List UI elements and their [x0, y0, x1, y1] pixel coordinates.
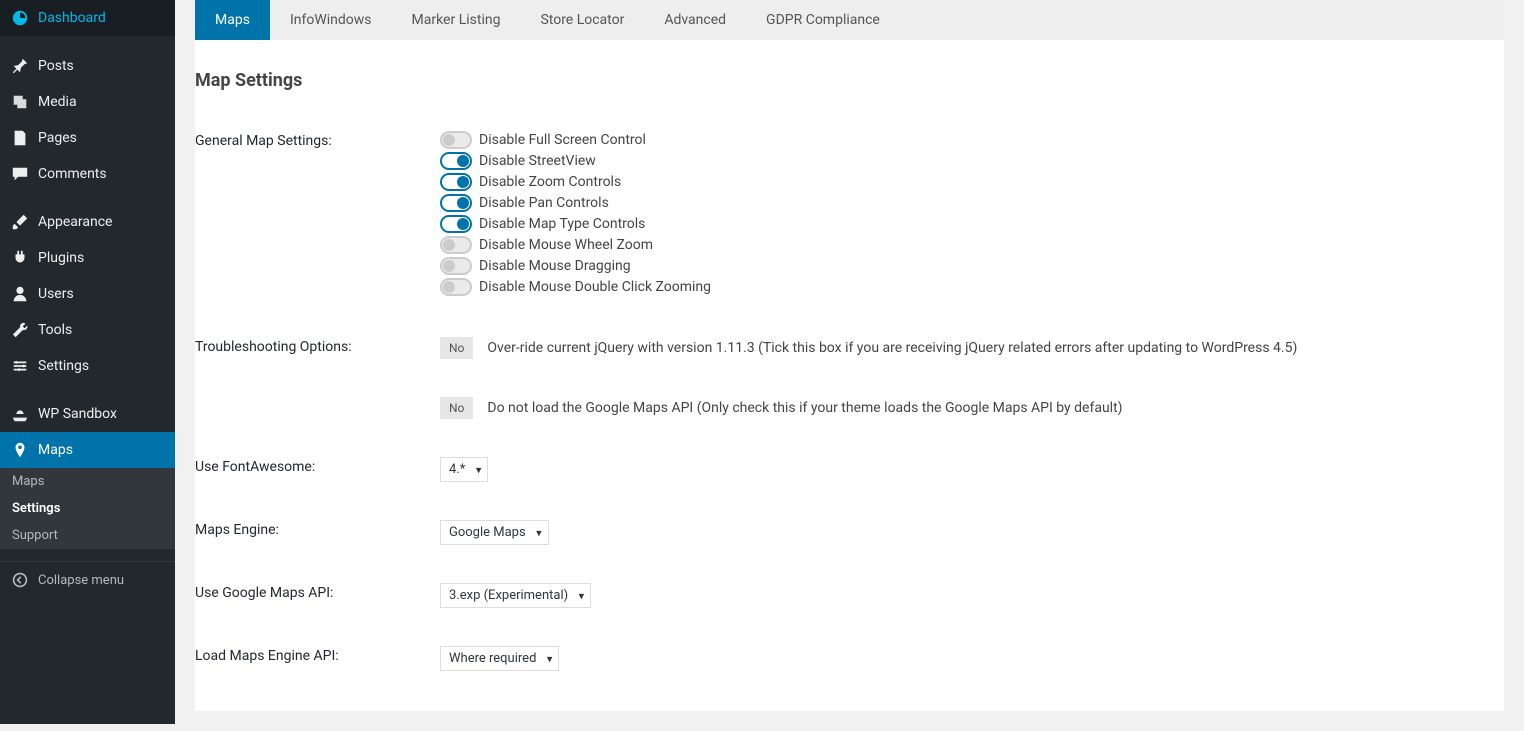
pin-icon [10, 56, 30, 76]
toggle-switch[interactable] [440, 131, 472, 149]
maps-icon [10, 440, 30, 460]
sidebar-item-label: Tools [38, 322, 72, 338]
toggle-row: Disable Mouse Double Click Zooming [440, 278, 1504, 296]
collapse-label: Collapse menu [38, 573, 124, 588]
row-general-map: General Map Settings: Disable Full Scree… [195, 121, 1504, 309]
row-load-engine: Load Maps Engine API: Where required [195, 636, 1504, 681]
sidebar-item-label: Pages [38, 130, 77, 146]
override-jquery-toggle[interactable]: No [440, 337, 473, 359]
submenu-item-settings[interactable]: Settings [0, 495, 175, 522]
toggle-label: Disable Mouse Double Click Zooming [479, 279, 711, 295]
sidebar-item-label: Media [38, 94, 77, 110]
row-google-api: Use Google Maps API: 3.exp (Experimental… [195, 573, 1504, 618]
sidebar-item-tools[interactable]: Tools [0, 312, 175, 348]
dashboard-icon [10, 8, 30, 28]
media-icon [10, 92, 30, 112]
noload-api-desc: Do not load the Google Maps API (Only ch… [487, 400, 1122, 416]
wrench-icon [10, 320, 30, 340]
sidebar-item-label: Appearance [38, 214, 112, 230]
toggle-switch[interactable] [440, 152, 472, 170]
toggle-label: Disable Map Type Controls [479, 216, 645, 232]
sidebar-item-label: Maps [38, 442, 73, 458]
settings-tabs: Maps InfoWindows Marker Listing Store Lo… [195, 0, 1504, 40]
toggle-label: Disable Zoom Controls [479, 174, 621, 190]
sidebar-item-comments[interactable]: Comments [0, 156, 175, 192]
google-api-label: Use Google Maps API: [195, 583, 440, 601]
sidebar-item-label: Plugins [38, 250, 84, 266]
tab-gdpr[interactable]: GDPR Compliance [746, 0, 900, 40]
toggle-row: Disable Zoom Controls [440, 173, 1504, 191]
tab-infowindows[interactable]: InfoWindows [270, 0, 392, 40]
sidebar-submenu: Maps Settings Support [0, 468, 175, 549]
toggle-row: Disable Pan Controls [440, 194, 1504, 212]
toggle-switch[interactable] [440, 257, 472, 275]
page-title: Map Settings [195, 70, 1504, 91]
fontawesome-label: Use FontAwesome: [195, 457, 440, 475]
tab-store-locator[interactable]: Store Locator [520, 0, 644, 40]
collapse-menu[interactable]: Collapse menu [0, 561, 175, 598]
sidebar-item-maps[interactable]: Maps [0, 432, 175, 468]
sidebar-item-label: Users [38, 286, 74, 302]
load-engine-select[interactable]: Where required [440, 646, 559, 671]
sidebar-item-plugins[interactable]: Plugins [0, 240, 175, 276]
sidebar-item-label: Dashboard [38, 10, 106, 26]
sandbox-icon [10, 404, 30, 424]
maps-engine-select[interactable]: Google Maps [440, 520, 549, 545]
toggle-switch[interactable] [440, 236, 472, 254]
toggle-switch[interactable] [440, 215, 472, 233]
row-troubleshoot: Troubleshooting Options: No Over-ride cu… [195, 327, 1504, 369]
row-fontawesome: Use FontAwesome: 4.* [195, 447, 1504, 492]
sidebar-item-media[interactable]: Media [0, 84, 175, 120]
toggle-row: Disable StreetView [440, 152, 1504, 170]
settings-panel: Map Settings General Map Settings: Disab… [195, 40, 1504, 711]
load-engine-label: Load Maps Engine API: [195, 646, 440, 664]
override-jquery-desc: Over-ride current jQuery with version 1.… [487, 340, 1297, 356]
row-maps-engine: Maps Engine: Google Maps [195, 510, 1504, 555]
sidebar-item-settings[interactable]: Settings [0, 348, 175, 384]
noload-api-toggle[interactable]: No [440, 397, 473, 419]
sidebar-item-wp-sandbox[interactable]: WP Sandbox [0, 396, 175, 432]
collapse-icon [10, 570, 30, 590]
main-content: Maps InfoWindows Marker Listing Store Lo… [175, 0, 1524, 731]
sidebar-item-posts[interactable]: Posts [0, 48, 175, 84]
sidebar-item-users[interactable]: Users [0, 276, 175, 312]
tab-advanced[interactable]: Advanced [644, 0, 746, 40]
toggle-row: Disable Map Type Controls [440, 215, 1504, 233]
toggle-switch[interactable] [440, 278, 472, 296]
sidebar-item-label: Comments [38, 166, 107, 182]
maps-engine-label: Maps Engine: [195, 520, 440, 538]
toggle-row: Disable Mouse Dragging [440, 257, 1504, 275]
sidebar-item-label: Posts [38, 58, 74, 74]
sidebar-item-pages[interactable]: Pages [0, 120, 175, 156]
general-label: General Map Settings: [195, 131, 440, 149]
toggle-label: Disable Mouse Dragging [479, 258, 631, 274]
toggle-row: Disable Mouse Wheel Zoom [440, 236, 1504, 254]
brush-icon [10, 212, 30, 232]
sidebar-item-appearance[interactable]: Appearance [0, 204, 175, 240]
settings-icon [10, 356, 30, 376]
fontawesome-select[interactable]: 4.* [440, 457, 488, 482]
toggle-switch[interactable] [440, 173, 472, 191]
google-api-select[interactable]: 3.exp (Experimental) [440, 583, 591, 608]
user-icon [10, 284, 30, 304]
sidebar-item-label: WP Sandbox [38, 406, 117, 422]
pages-icon [10, 128, 30, 148]
toggle-label: Disable Mouse Wheel Zoom [479, 237, 653, 253]
toggle-label: Disable Pan Controls [479, 195, 609, 211]
toggle-switch[interactable] [440, 194, 472, 212]
sidebar-item-dashboard[interactable]: Dashboard [0, 0, 175, 36]
toggle-label: Disable StreetView [479, 153, 596, 169]
comments-icon [10, 164, 30, 184]
toggle-row: Disable Full Screen Control [440, 131, 1504, 149]
troubleshoot-label: Troubleshooting Options: [195, 337, 440, 355]
plug-icon [10, 248, 30, 268]
tab-maps[interactable]: Maps [195, 0, 270, 40]
submenu-item-maps[interactable]: Maps [0, 468, 175, 495]
admin-sidebar: Dashboard Posts Media Pages Comments App… [0, 0, 175, 724]
tab-marker-listing[interactable]: Marker Listing [392, 0, 521, 40]
toggle-label: Disable Full Screen Control [479, 132, 646, 148]
row-noload-api: No Do not load the Google Maps API (Only… [195, 387, 1504, 429]
submenu-item-support[interactable]: Support [0, 522, 175, 549]
sidebar-item-label: Settings [38, 358, 89, 374]
